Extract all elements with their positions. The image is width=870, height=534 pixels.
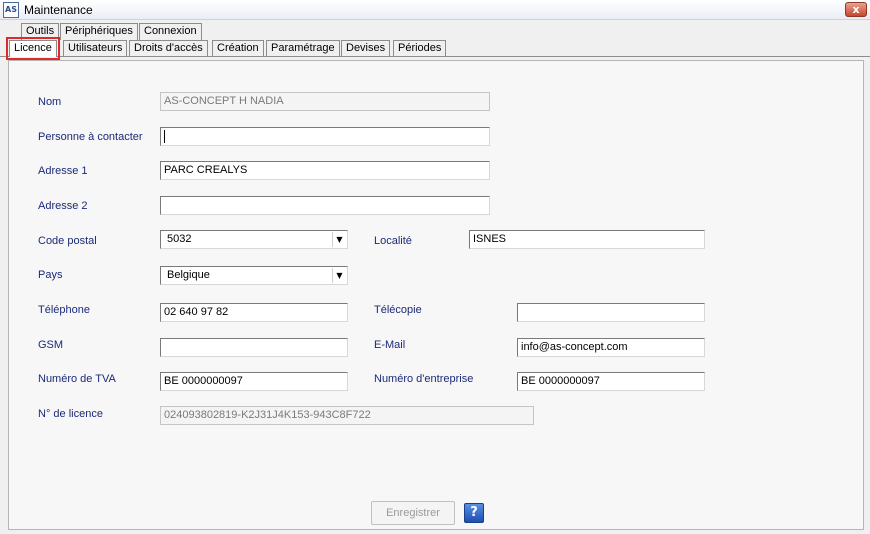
telephone-field[interactable]: 02 640 97 82	[160, 303, 348, 322]
tab-parametrage[interactable]: Paramétrage	[266, 40, 340, 57]
window-title: Maintenance	[24, 3, 93, 17]
dropdown-arrow-icon[interactable]: ▼	[332, 232, 346, 247]
adresse2-field[interactable]	[160, 196, 490, 215]
code-postal-combo[interactable]: 5032 ▼	[160, 230, 348, 249]
dropdown-arrow-icon[interactable]: ▼	[332, 268, 346, 283]
tab-utilisateurs[interactable]: Utilisateurs	[63, 40, 128, 57]
entreprise-field[interactable]: BE 0000000097	[517, 372, 705, 391]
help-icon[interactable]: ?	[464, 503, 484, 523]
tab-creation[interactable]: Création	[212, 40, 264, 57]
email-label: E-Mail	[374, 339, 406, 351]
localite-label: Localité	[374, 235, 412, 247]
code-postal-value: 5032	[167, 233, 192, 245]
licence-number-field: 024093802819-K2J31J4K153-943C8F722	[160, 406, 534, 425]
app-logo-icon: AS	[3, 2, 19, 18]
close-button[interactable]: x	[845, 2, 867, 17]
tab-licence[interactable]: Licence	[6, 37, 60, 60]
email-field[interactable]: info@as-concept.com	[517, 338, 705, 357]
contact-field[interactable]	[160, 127, 490, 146]
title-bar: AS Maintenance x	[0, 0, 870, 20]
tva-field[interactable]: BE 0000000097	[160, 372, 348, 391]
telecopie-field[interactable]	[517, 303, 705, 322]
nom-field: AS-CONCEPT H NADIA	[160, 92, 490, 111]
pays-label: Pays	[38, 269, 63, 281]
code-postal-label: Code postal	[38, 235, 97, 247]
tab-baseline	[0, 56, 870, 57]
tab-connexion[interactable]: Connexion	[139, 23, 202, 40]
tab-outils[interactable]: Outils	[21, 23, 60, 40]
telephone-label: Téléphone	[38, 304, 90, 316]
licence-number-label: N° de licence	[38, 408, 103, 420]
tab-devises[interactable]: Devises	[341, 40, 391, 57]
gsm-label: GSM	[38, 339, 64, 351]
save-button[interactable]: Enregistrer	[371, 501, 455, 525]
adresse2-label: Adresse 2	[38, 200, 88, 212]
contact-label: Personne à contacter	[38, 131, 143, 143]
tab-periodes[interactable]: Périodes	[393, 40, 447, 57]
localite-field[interactable]: ISNES	[469, 230, 705, 249]
pays-combo[interactable]: Belgique ▼	[160, 266, 348, 285]
pays-value: Belgique	[167, 269, 210, 281]
adresse1-label: Adresse 1	[38, 165, 88, 177]
tab-peripheriques[interactable]: Périphériques	[60, 23, 138, 40]
telecopie-label: Télécopie	[374, 304, 422, 316]
gsm-field[interactable]	[160, 338, 348, 357]
entreprise-label: Numéro d'entreprise	[374, 373, 474, 385]
text-caret	[164, 130, 165, 143]
adresse1-field[interactable]: PARC CREALYS	[160, 161, 490, 180]
tva-label: Numéro de TVA	[38, 373, 116, 385]
nom-label: Nom	[38, 96, 62, 108]
tab-droits-acces[interactable]: Droits d'accès	[129, 40, 208, 57]
